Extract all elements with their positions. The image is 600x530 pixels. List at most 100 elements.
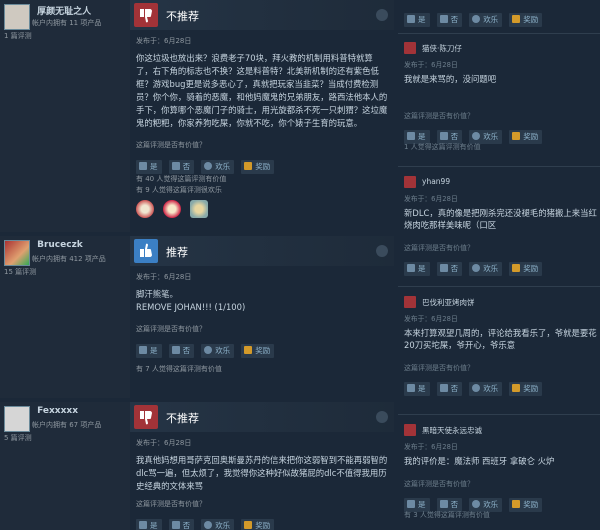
- award-button[interactable]: 奖励: [241, 519, 275, 530]
- helpful-question: 这篇评测是否有价值？: [136, 325, 206, 333]
- thumbs-down-icon: [171, 521, 180, 529]
- vote-yes-button[interactable]: 是: [136, 519, 162, 530]
- vote-funny-label: 欢乐: [215, 521, 231, 530]
- award-button[interactable]: 奖励: [509, 498, 543, 512]
- helpful-question: 这篇评测是否有价值？: [136, 141, 206, 149]
- vote-yes-label: 是: [418, 384, 426, 393]
- award-icon: [512, 132, 521, 140]
- smiley-icon: [472, 264, 481, 272]
- review-count[interactable]: 5 篇评测: [4, 433, 32, 443]
- thumbs-down-icon: [171, 346, 180, 354]
- vote-no-button[interactable]: 否: [436, 13, 463, 27]
- thumbs-down-icon: [439, 384, 448, 392]
- vote-no-button[interactable]: 否: [436, 382, 463, 396]
- award-icon: [512, 15, 521, 23]
- verdict-header[interactable]: 不推荐: [130, 0, 394, 30]
- avatar[interactable]: [4, 406, 30, 432]
- award-button[interactable]: 奖励: [509, 382, 543, 396]
- vote-no-label: 否: [182, 162, 191, 171]
- comment-card: 巴伐利亚烤肉饼 发布于：6月28日 本来打算观望几周的，评论给我看乐了，爷就是要…: [404, 296, 600, 396]
- verdict-header[interactable]: 推荐: [130, 236, 394, 266]
- award-label: 奖励: [523, 132, 539, 141]
- thumbs-up-icon: [407, 15, 415, 23]
- vote-yes-button[interactable]: 是: [404, 262, 430, 276]
- award-icon: [244, 346, 253, 354]
- thumbs-down-icon: [404, 424, 416, 436]
- comment-username[interactable]: yhan99: [422, 177, 450, 186]
- review-author-panel: Fexxxxx 帐户内拥有 67 项产品 5 篇评测: [0, 402, 130, 530]
- vote-funny-button[interactable]: 欢乐: [201, 519, 235, 530]
- award-button[interactable]: 奖励: [509, 13, 543, 27]
- award-badge-icon[interactable]: [136, 200, 154, 218]
- vote-yes-button[interactable]: 是: [136, 160, 162, 174]
- avatar[interactable]: [4, 4, 30, 30]
- thumbs-down-icon: [439, 500, 448, 508]
- helpful-question: 这篇评测是否有价值？: [404, 244, 474, 252]
- vote-yes-button[interactable]: 是: [136, 344, 162, 358]
- review-content: 推荐 发布于：6月28日 脚汗熊笔。 REMOVE JOHAN!!! (1/10…: [130, 236, 394, 398]
- vote-funny-button[interactable]: 欢乐: [469, 382, 503, 396]
- review-card: 厚颜无耻之人 帐户内拥有 11 项产品 1 篇评测 不推荐 发布于：6月28日 …: [0, 0, 394, 232]
- award-badge-icon[interactable]: [190, 200, 209, 218]
- review-text: 我真他妈想用哥萨克回奥斯曼苏丹的信来把你这弱智到不能再弱智的dlc骂一遍，但太烦…: [136, 455, 388, 491]
- vote-row: 是 否 欢乐 奖励: [404, 492, 600, 512]
- comment-username[interactable]: 巴伐利亚烤肉饼: [422, 297, 475, 308]
- vote-no-button[interactable]: 否: [168, 519, 195, 530]
- vote-no-button[interactable]: 否: [436, 262, 463, 276]
- smiley-icon: [204, 162, 213, 170]
- games-owned: 帐户内拥有 67 项产品: [32, 421, 102, 429]
- helpful-question: 这篇评测是否有价值？: [404, 112, 474, 120]
- award-button[interactable]: 奖励: [241, 160, 275, 174]
- vote-yes-label: 是: [150, 162, 158, 171]
- vote-no-button[interactable]: 否: [168, 160, 195, 174]
- vote-no-label: 否: [182, 346, 191, 355]
- review-content: 不推荐 发布于：6月28日 你这垃圾也放出来？浪费老子70块，拜火教的机制用料普…: [130, 0, 394, 232]
- thumbs-up-icon: [407, 264, 415, 272]
- vote-funny-label: 欢乐: [483, 264, 499, 273]
- thumbs-down-icon: [439, 264, 448, 272]
- award-button[interactable]: 奖励: [509, 130, 543, 144]
- avatar[interactable]: [4, 240, 30, 266]
- vote-funny-label: 欢乐: [483, 15, 499, 24]
- funny-count: 有 9 人觉得这篇评测很欢乐: [136, 186, 222, 194]
- award-icon: [512, 500, 521, 508]
- verdict-header[interactable]: 不推荐: [130, 402, 394, 432]
- vote-funny-button[interactable]: 欢乐: [201, 160, 235, 174]
- thumbs-up-icon: [407, 500, 415, 508]
- awards-row: [136, 200, 388, 222]
- review-count[interactable]: 15 篇评测: [4, 267, 36, 277]
- smiley-icon: [472, 15, 481, 23]
- vote-yes-label: 是: [150, 346, 158, 355]
- posted-date: 发布于：6月28日: [136, 37, 192, 45]
- award-label: 奖励: [523, 15, 539, 24]
- vote-no-button[interactable]: 否: [168, 344, 195, 358]
- award-label: 奖励: [523, 500, 539, 509]
- smiley-icon: [472, 500, 481, 508]
- username[interactable]: 厚颜无耻之人: [37, 4, 91, 17]
- vote-funny-button[interactable]: 欢乐: [201, 344, 235, 358]
- smiley-icon: [204, 346, 213, 354]
- comment-username[interactable]: 猫侠·陈刀仔: [422, 43, 462, 54]
- comment-card: 黑暗天使永远忠诚 发布于：6月28日 我的评价是：魔法师 西班牙 拿破仑 火炉 …: [404, 424, 600, 520]
- vote-yes-button[interactable]: 是: [404, 13, 430, 27]
- vote-funny-button[interactable]: 欢乐: [469, 13, 503, 27]
- thumbs-up-icon: [139, 162, 147, 170]
- username[interactable]: Bruceczk: [37, 240, 83, 250]
- divider: [398, 166, 600, 167]
- award-button[interactable]: 奖励: [241, 344, 275, 358]
- vote-no-label: 否: [450, 384, 459, 393]
- comment-username[interactable]: 黑暗天使永远忠诚: [422, 425, 482, 436]
- games-owned: 帐户内拥有 11 项产品: [32, 19, 102, 27]
- username[interactable]: Fexxxxx: [37, 406, 78, 416]
- thumbs-down-icon: [404, 296, 416, 308]
- award-button[interactable]: 奖励: [509, 262, 543, 276]
- review-count[interactable]: 1 篇评测: [4, 31, 32, 41]
- award-icon: [512, 264, 521, 272]
- vote-yes-label: 是: [418, 264, 426, 273]
- vote-yes-button[interactable]: 是: [404, 382, 430, 396]
- vote-yes-label: 是: [418, 15, 426, 24]
- thumbs-down-icon: [134, 3, 158, 27]
- vote-row: 是 否 欢乐 奖励: [136, 338, 388, 358]
- award-badge-icon[interactable]: [163, 200, 182, 218]
- vote-funny-button[interactable]: 欢乐: [469, 262, 503, 276]
